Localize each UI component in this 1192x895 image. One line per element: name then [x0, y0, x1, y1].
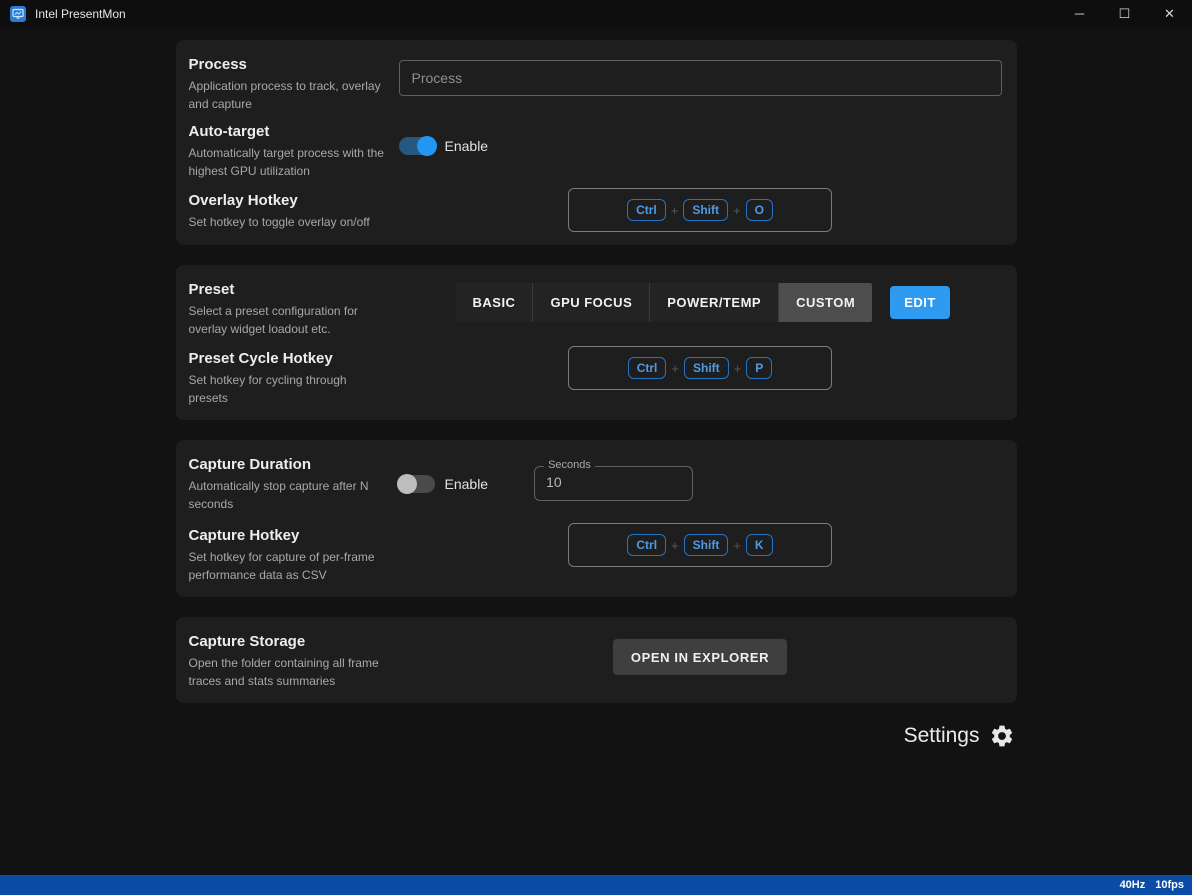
- edit-preset-button[interactable]: EDIT: [890, 286, 950, 319]
- capture-duration-description: Automatically stop capture after N secon…: [188, 479, 369, 511]
- overlay-hotkey-description: Set hotkey to toggle overlay on/off: [188, 215, 370, 229]
- capture-duration-toggle-label: Enable: [444, 475, 489, 492]
- seconds-field-value: 10: [546, 474, 562, 490]
- plus-separator: +: [671, 360, 679, 376]
- preset-row: Preset Select a preset configuration for…: [189, 279, 1002, 338]
- capture-duration-toggle[interactable]: [396, 473, 435, 494]
- open-in-explorer-button[interactable]: OPEN IN EXPLORER: [612, 639, 788, 675]
- toggle-knob: [396, 473, 417, 494]
- maximize-icon[interactable]: ☐: [1102, 0, 1147, 27]
- gear-icon[interactable]: [989, 723, 1015, 749]
- auto-target-description: Automatically target process with the hi…: [188, 146, 384, 178]
- status-bar: 40Hz 10fps: [0, 875, 1192, 895]
- auto-target-row: Auto-target Automatically target process…: [189, 121, 1002, 180]
- plus-separator: +: [671, 537, 679, 553]
- key-chip: P: [746, 357, 773, 379]
- process-description: Application process to track, overlay an…: [188, 79, 381, 111]
- process-input[interactable]: [398, 60, 1002, 96]
- capture-storage-description: Open the folder containing all frame tra…: [188, 656, 379, 688]
- plus-separator: +: [670, 202, 679, 218]
- capture-hotkey-description: Set hotkey for capture of per-frame perf…: [188, 550, 375, 582]
- capture-hotkey-row: Capture Hotkey Set hotkey for capture of…: [188, 523, 1002, 584]
- plus-separator: +: [733, 360, 742, 376]
- key-chip: Shift: [683, 199, 728, 221]
- app-window: Intel PresentMon ─ ☐ ✕ Process Applicati…: [0, 0, 1192, 895]
- preset-cycle-hotkey-description: Set hotkey for cycling through presets: [188, 373, 347, 405]
- plus-separator: +: [733, 202, 741, 218]
- close-icon[interactable]: ✕: [1147, 0, 1192, 27]
- preset-option-power-temp[interactable]: POWER/TEMP: [650, 283, 780, 322]
- capture-hotkey-heading: Capture Hotkey: [188, 527, 300, 544]
- titlebar: Intel PresentMon ─ ☐ ✕: [0, 0, 1192, 27]
- overlay-hotkey-input[interactable]: Ctrl + Shift + O: [568, 188, 832, 232]
- capture-storage-heading: Capture Storage: [188, 633, 306, 650]
- preset-heading: Preset: [188, 281, 235, 298]
- settings-row: Settings: [176, 723, 1017, 749]
- overlay-hotkey-row: Overlay Hotkey Set hotkey to toggle over…: [188, 188, 1002, 232]
- seconds-field[interactable]: Seconds 10: [534, 459, 694, 501]
- process-row: Process Application process to track, ov…: [189, 54, 1002, 113]
- panel-preset: Preset Select a preset configuration for…: [175, 265, 1017, 420]
- refresh-rate-status: 40Hz: [1119, 879, 1146, 891]
- plus-separator: +: [733, 537, 741, 553]
- key-chip: Ctrl: [627, 357, 667, 379]
- main-content: Process Application process to track, ov…: [0, 27, 1192, 875]
- capture-hotkey-input[interactable]: Ctrl + Shift + K: [568, 523, 832, 567]
- key-chip: Ctrl: [627, 534, 667, 556]
- preset-cycle-hotkey-input[interactable]: Ctrl + Shift + P: [568, 346, 832, 390]
- key-chip: O: [745, 199, 773, 221]
- key-chip: Shift: [683, 357, 729, 379]
- auto-target-toggle-label: Enable: [444, 138, 489, 154]
- preset-cycle-hotkey-row: Preset Cycle Hotkey Set hotkey for cycli…: [188, 346, 1002, 407]
- preset-option-gpu-focus[interactable]: GPU FOCUS: [533, 283, 651, 322]
- toggle-knob: [416, 136, 437, 156]
- preset-option-basic[interactable]: BASIC: [456, 283, 534, 322]
- key-chip: Shift: [683, 534, 729, 556]
- capture-duration-row: Capture Duration Automatically stop capt…: [189, 454, 1002, 513]
- preset-segmented-control: BASIC GPU FOCUS POWER/TEMP CUSTOM: [455, 283, 873, 322]
- process-heading: Process: [188, 56, 247, 73]
- auto-target-toggle[interactable]: [398, 136, 437, 156]
- preset-cycle-hotkey-heading: Preset Cycle Hotkey: [188, 350, 333, 367]
- key-chip: K: [745, 534, 773, 556]
- seconds-field-label: Seconds: [544, 459, 595, 471]
- panel-storage: Capture Storage Open the folder containi…: [175, 617, 1017, 703]
- preset-description: Select a preset configuration for overla…: [188, 304, 358, 336]
- panel-process: Process Application process to track, ov…: [175, 40, 1017, 245]
- fps-status: 10fps: [1155, 879, 1184, 891]
- window-title: Intel PresentMon: [35, 6, 126, 21]
- overlay-hotkey-heading: Overlay Hotkey: [188, 192, 298, 209]
- auto-target-heading: Auto-target: [188, 123, 270, 140]
- preset-option-custom[interactable]: CUSTOM: [779, 283, 873, 322]
- app-icon: [10, 5, 26, 22]
- capture-storage-row: Capture Storage Open the folder containi…: [189, 631, 1002, 690]
- key-chip: Ctrl: [627, 199, 666, 221]
- settings-link[interactable]: Settings: [904, 724, 980, 748]
- minimize-icon[interactable]: ─: [1057, 0, 1102, 27]
- panel-capture: Capture Duration Automatically stop capt…: [175, 440, 1017, 597]
- capture-duration-heading: Capture Duration: [188, 456, 312, 473]
